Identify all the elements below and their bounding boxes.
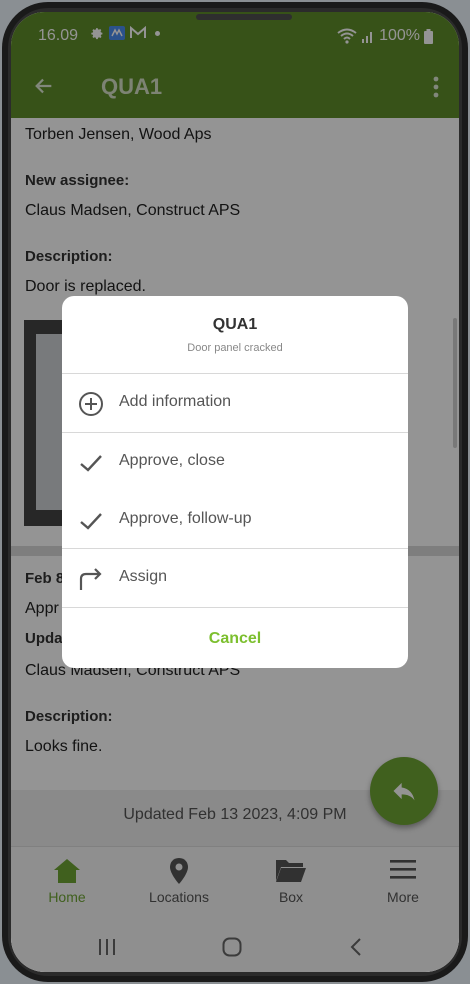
cancel-button[interactable]: Cancel — [62, 614, 408, 668]
option-assign[interactable]: Assign — [62, 549, 408, 607]
action-dialog: QUA1 Door panel cracked Add information … — [62, 296, 408, 668]
option-add-information[interactable]: Add information — [62, 374, 408, 432]
dialog-subtitle: Door panel cracked — [187, 342, 283, 354]
dialog-title: QUA1 — [212, 316, 258, 333]
plus-circle-icon — [79, 392, 103, 416]
divider — [62, 607, 408, 608]
option-approve-follow-up[interactable]: Approve, follow-up — [62, 491, 408, 549]
check-icon — [80, 455, 102, 472]
screen: { "status_bar": {"time": "16.09", "batte… — [11, 12, 459, 972]
check-icon — [80, 513, 102, 530]
camera-notch — [196, 14, 292, 20]
forward-arrow-icon — [79, 568, 102, 590]
option-label: Approve, close — [119, 452, 225, 469]
option-approve-close[interactable]: Approve, close — [62, 433, 408, 491]
option-label: Assign — [119, 568, 168, 585]
option-label: Approve, follow-up — [119, 510, 252, 527]
option-label: Add information — [119, 393, 232, 410]
